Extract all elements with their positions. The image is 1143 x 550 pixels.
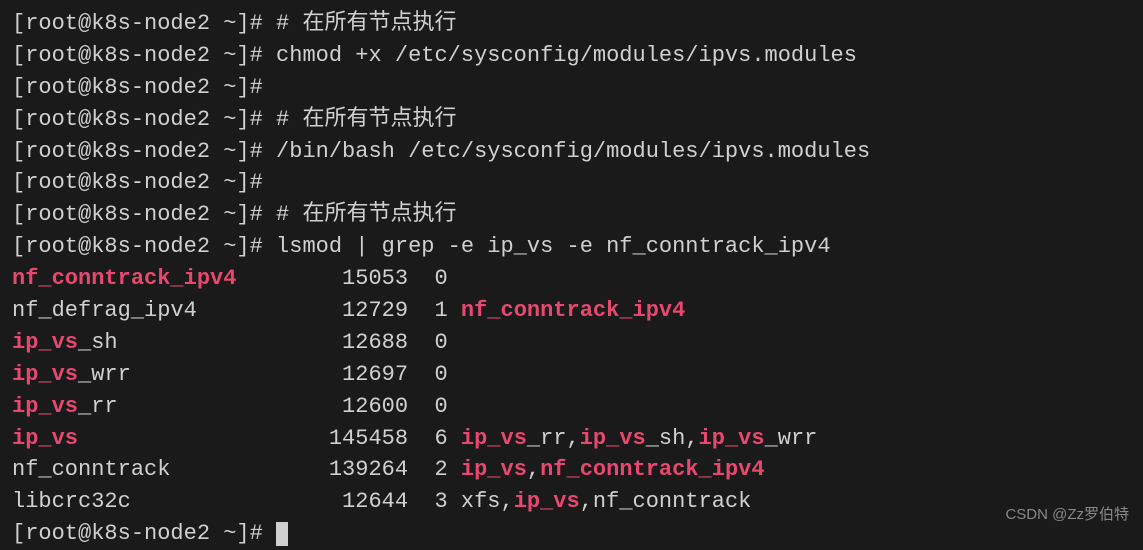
lsmod-row: nf_conntrack_ipv4 15053 0	[12, 263, 1131, 295]
lsmod-row: ip_vs_sh 12688 0	[12, 327, 1131, 359]
terminal-line: [root@k8s-node2 ~]# # 在所有节点执行	[12, 104, 1131, 136]
terminal-line: [root@k8s-node2 ~]# # 在所有节点执行	[12, 8, 1131, 40]
prompt-cursor-line[interactable]: [root@k8s-node2 ~]#	[12, 518, 1131, 550]
terminal-line: [root@k8s-node2 ~]#	[12, 72, 1131, 104]
terminal-line: [root@k8s-node2 ~]# chmod +x /etc/syscon…	[12, 40, 1131, 72]
terminal-line: [root@k8s-node2 ~]# # 在所有节点执行	[12, 199, 1131, 231]
lsmod-row: nf_defrag_ipv4 12729 1 nf_conntrack_ipv4	[12, 295, 1131, 327]
terminal-line: [root@k8s-node2 ~]# /bin/bash /etc/sysco…	[12, 136, 1131, 168]
cursor	[276, 522, 288, 546]
lsmod-row: ip_vs 145458 6 ip_vs_rr,ip_vs_sh,ip_vs_w…	[12, 423, 1131, 455]
lsmod-row: ip_vs_wrr 12697 0	[12, 359, 1131, 391]
terminal-line: [root@k8s-node2 ~]#	[12, 167, 1131, 199]
lsmod-row: libcrc32c 12644 3 xfs,ip_vs,nf_conntrack	[12, 486, 1131, 518]
terminal-output: [root@k8s-node2 ~]# # 在所有节点执行[root@k8s-n…	[12, 8, 1131, 550]
terminal-line: [root@k8s-node2 ~]# lsmod | grep -e ip_v…	[12, 231, 1131, 263]
lsmod-row: ip_vs_rr 12600 0	[12, 391, 1131, 423]
lsmod-row: nf_conntrack 139264 2 ip_vs,nf_conntrack…	[12, 454, 1131, 486]
watermark-text: CSDN @Zz罗伯特	[1005, 504, 1129, 526]
